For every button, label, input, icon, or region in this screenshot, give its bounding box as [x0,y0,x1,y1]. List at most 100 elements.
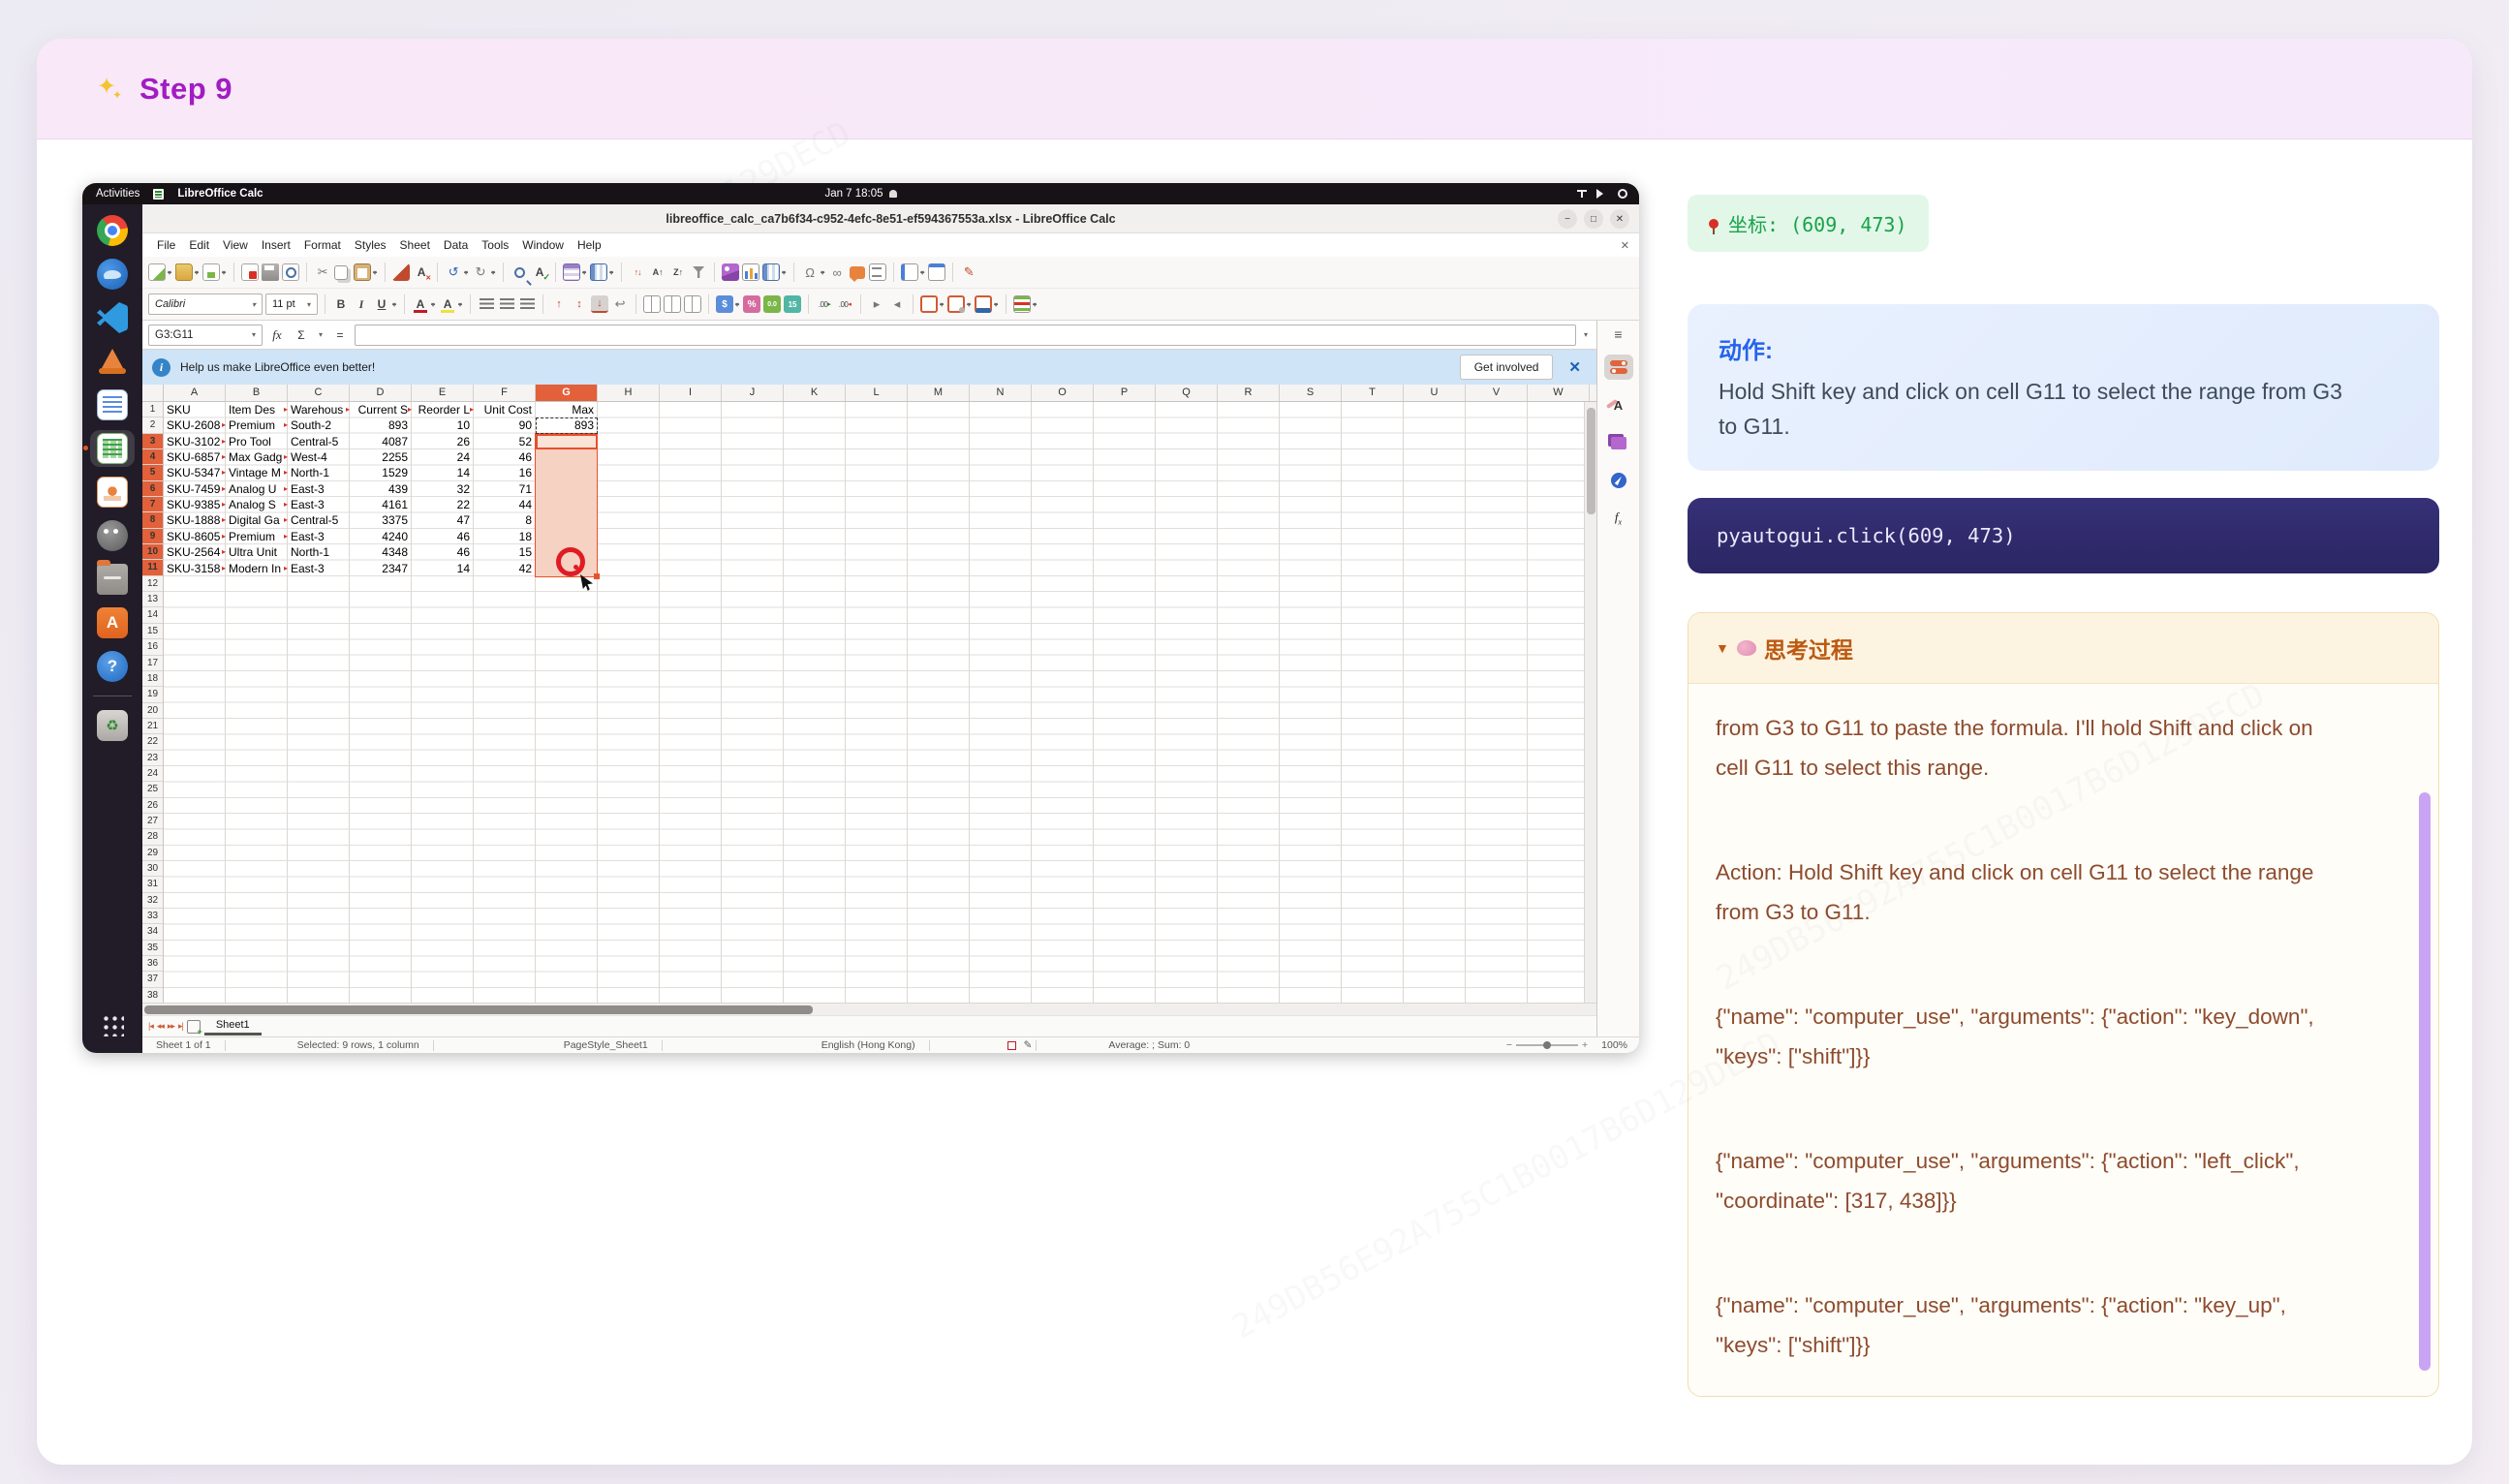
cell-B2[interactable]: Premium▸ [226,417,288,433]
cell-F8[interactable]: 8 [474,512,536,528]
align-bottom-icon[interactable]: ↓ [591,295,608,313]
cell-C9[interactable]: East-3 [288,529,350,544]
column-header-V[interactable]: V [1466,385,1528,401]
cell-B3[interactable]: Pro Tool [226,434,288,449]
menu-sheet[interactable]: Sheet [393,235,437,255]
spelling-icon[interactable]: A [531,263,548,281]
column-header-R[interactable]: R [1218,385,1280,401]
menu-insert[interactable]: Insert [255,235,297,255]
cell-F7[interactable]: 44 [474,497,536,512]
cell-A7[interactable]: SKU-9385▸ [164,497,226,512]
row-header-25[interactable]: 25 [142,782,163,797]
row-header-3[interactable]: 3 [142,434,163,449]
row-header-18[interactable]: 18 [142,671,163,687]
font-color-icon[interactable]: A [412,295,429,313]
row-header-32[interactable]: 32 [142,893,163,909]
title-bar[interactable]: libreoffice_calc_ca7b6f34-c952-4efc-8e51… [142,204,1639,233]
row-header-10[interactable]: 10 [142,544,163,560]
dock-item-vscode[interactable] [90,299,135,336]
maximize-button[interactable]: □ [1584,209,1603,229]
column-header-S[interactable]: S [1280,385,1342,401]
clock[interactable]: Jan 7 18:05 [824,188,883,200]
column-header-C[interactable]: C [288,385,350,401]
row-header-27[interactable]: 27 [142,814,163,829]
clone-formatting-icon[interactable] [392,263,410,281]
menu-data[interactable]: Data [437,235,475,255]
increase-indent-icon[interactable]: ▸ [868,295,885,313]
format-date-icon[interactable]: 15 [784,295,801,313]
activities-button[interactable]: Activities [96,188,139,200]
sum-icon[interactable]: Σ [292,325,311,345]
cell-F4[interactable]: 46 [474,449,536,465]
dock-item-software[interactable]: A [90,604,135,641]
bold-icon[interactable]: B [332,295,350,313]
cell-D7[interactable]: 4161 [350,497,412,512]
cell-E11[interactable]: 14 [412,561,474,576]
column-header-U[interactable]: U [1404,385,1466,401]
delete-decimal-icon[interactable]: .00 [836,295,853,313]
collapse-icon[interactable]: ▼ [1716,640,1729,656]
cell-E2[interactable]: 10 [412,417,474,433]
column-header-P[interactable]: P [1094,385,1156,401]
name-box[interactable]: G3:G11▾ [148,325,263,346]
grid-cells[interactable]: 42142347East-3Modern In▸SKU-3158▸1546434… [164,402,1584,1003]
cut-icon[interactable]: ✂ [314,263,331,281]
font-size-select[interactable]: 11 pt▾ [265,294,318,315]
cell-C1[interactable]: Warehous▸ [288,402,350,417]
row-header-13[interactable]: 13 [142,592,163,607]
split-window-icon[interactable] [928,263,945,281]
cell-D2[interactable]: 893 [350,417,412,433]
align-right-icon[interactable] [520,298,535,310]
zoom-slider[interactable]: −+ [1506,1039,1588,1051]
dock-item-impress[interactable] [90,474,135,510]
row-header-16[interactable]: 16 [142,639,163,655]
last-sheet-icon[interactable]: ▸| [178,1021,183,1032]
cell-D9[interactable]: 4240 [350,529,412,544]
cell-E10[interactable]: 46 [412,544,474,560]
get-involved-button[interactable]: Get involved [1460,355,1554,380]
row-header-4[interactable]: 4 [142,449,163,465]
sort-ascending-icon[interactable]: A↑ [649,263,666,281]
cell-D10[interactable]: 4348 [350,544,412,560]
print-icon[interactable] [262,263,279,281]
cell-E5[interactable]: 14 [412,465,474,480]
cell-D11[interactable]: 2347 [350,561,412,576]
column-header-K[interactable]: K [784,385,846,401]
selection-handle[interactable] [594,573,600,579]
cell-E6[interactable]: 32 [412,481,474,497]
row-header-34[interactable]: 34 [142,924,163,940]
print-preview-icon[interactable] [282,263,299,281]
horizontal-scrollbar[interactable] [142,1003,1596,1015]
zoom-level[interactable]: 100% [1588,1039,1629,1051]
column-header-T[interactable]: T [1342,385,1404,401]
center-vertically-icon[interactable]: ↕ [571,295,588,313]
column-header-O[interactable]: O [1032,385,1094,401]
dock-item-app-grid[interactable] [90,1006,135,1043]
row-header-22[interactable]: 22 [142,734,163,750]
column-header-M[interactable]: M [908,385,970,401]
format-number-icon[interactable]: 0.0 [763,295,781,313]
format-currency-icon[interactable]: $ [716,295,733,313]
row-header-19[interactable]: 19 [142,687,163,702]
column-header-D[interactable]: D [350,385,412,401]
cell-C8[interactable]: Central-5 [288,512,350,528]
sidebar-tab-navigator[interactable] [1604,468,1633,493]
column-header-I[interactable]: I [660,385,722,401]
column-icon[interactable] [590,263,607,281]
document-close-icon[interactable]: ✕ [1621,239,1629,252]
cell-F5[interactable]: 16 [474,465,536,480]
row-header-9[interactable]: 9 [142,529,163,544]
border-style-icon[interactable] [947,295,965,313]
new-icon[interactable] [148,263,166,281]
cell-B4[interactable]: Max Gadg▸ [226,449,288,465]
cell-C2[interactable]: South-2 [288,417,350,433]
sheet-tab-sheet1[interactable]: Sheet1 [204,1018,262,1036]
cell-A4[interactable]: SKU-6857▸ [164,449,226,465]
cell-D6[interactable]: 439 [350,481,412,497]
dock-item-vlc[interactable] [90,343,135,380]
menu-window[interactable]: Window [515,235,571,255]
row-header-2[interactable]: 2 [142,417,163,433]
cell-G1[interactable]: Max [536,402,598,417]
dock-item-chrome[interactable] [90,212,135,249]
cell-B7[interactable]: Analog S▸ [226,497,288,512]
